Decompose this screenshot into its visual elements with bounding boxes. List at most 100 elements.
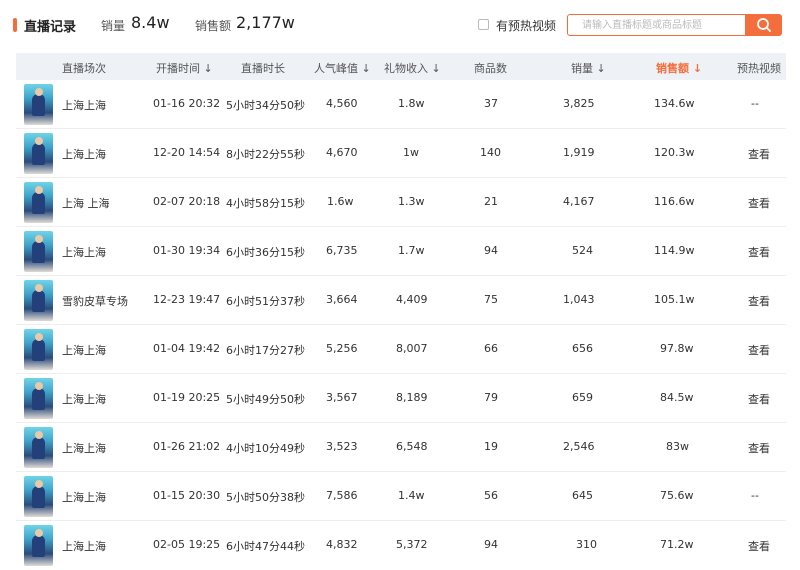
table-row[interactable]: 上海上海 01-04 19:42 6小时17分27秒 5,256 8,007 6…: [16, 325, 786, 374]
live-cover-thumbnail[interactable]: [24, 476, 53, 517]
duration: 5小时50分38秒: [226, 491, 305, 504]
live-cover-thumbnail[interactable]: [24, 280, 53, 321]
table-row[interactable]: 雪豹皮草专场 12-23 19:47 6小时51分37秒 3,664 4,409…: [16, 276, 786, 325]
sales-count: 4,167: [563, 195, 595, 208]
session-name[interactable]: 上海上海: [62, 538, 106, 554]
column-gift[interactable]: 礼物收入 ↓: [384, 60, 441, 76]
peak-viewers: 3,567: [326, 391, 358, 404]
column-revenue[interactable]: 销售额 ↓: [656, 60, 702, 76]
preheat-video-link[interactable]: 查看: [748, 538, 770, 554]
revenue: 116.6w: [654, 195, 695, 208]
live-cover-thumbnail[interactable]: [24, 182, 53, 223]
start-time: 01-19 20:25: [153, 391, 221, 404]
gift-income: 1.3w: [398, 195, 425, 208]
table-row[interactable]: 上海上海 02-05 19:25 6小时47分44秒 4,832 5,372 9…: [16, 521, 786, 570]
session-name[interactable]: 上海上海: [62, 146, 106, 162]
start-time: 01-26 21:02: [153, 440, 221, 453]
table-header: 直播场次 开播时间 ↓ 直播时长 人气峰值 ↓ 礼物收入 ↓ 商品数 销量 ↓ …: [16, 53, 786, 80]
preheat-video-link[interactable]: 查看: [748, 293, 770, 309]
start-time: 01-04 19:42: [153, 342, 221, 355]
session-name[interactable]: 上海上海: [62, 489, 106, 505]
title-accent-bar: [13, 18, 17, 32]
session-name[interactable]: 上海上海: [62, 97, 106, 113]
column-duration: 直播时长: [241, 62, 285, 75]
preheat-video-link[interactable]: 查看: [748, 342, 770, 358]
table-row[interactable]: 上海上海 12-20 14:54 8小时22分55秒 4,670 1w 140 …: [16, 129, 786, 178]
peak-viewers: 3,523: [326, 440, 358, 453]
live-cover-thumbnail[interactable]: [24, 525, 53, 566]
peak-viewers: 4,670: [326, 146, 358, 159]
gift-income: 5,372: [396, 538, 428, 551]
start-time: 01-16 20:32: [153, 97, 221, 110]
preheat-filter-checkbox[interactable]: [478, 19, 489, 30]
goods-count: 66: [484, 342, 498, 355]
goods-count: 94: [484, 244, 498, 257]
search-button[interactable]: [746, 14, 782, 36]
sales-value: 8.4w: [131, 13, 170, 32]
page-header: 直播记录 销量 8.4w 销售额 2,177w 有预热视频: [0, 0, 800, 50]
sales-count: 310: [576, 538, 597, 551]
live-cover-thumbnail[interactable]: [24, 378, 53, 419]
table-row[interactable]: 上海上海 01-16 20:32 5小时34分50秒 4,560 1.8w 37…: [16, 80, 786, 129]
start-time: 01-15 20:30: [153, 489, 221, 502]
table-row[interactable]: 上海上海 01-26 21:02 4小时10分49秒 3,523 6,548 1…: [16, 423, 786, 472]
session-name[interactable]: 雪豹皮草专场: [62, 293, 128, 309]
search-box: [567, 14, 746, 36]
gift-income: 1.4w: [398, 489, 425, 502]
preheat-video-link[interactable]: 查看: [748, 146, 770, 162]
search-icon: [757, 18, 771, 32]
session-name[interactable]: 上海上海: [62, 244, 106, 260]
preheat-filter-label[interactable]: 有预热视频: [496, 17, 556, 34]
duration: 5小时49分50秒: [226, 393, 305, 406]
start-time: 02-05 19:25: [153, 538, 221, 551]
goods-count: 21: [484, 195, 498, 208]
sales-label: 销量: [101, 19, 126, 33]
gift-income: 1.8w: [398, 97, 425, 110]
preheat-video-link[interactable]: 查看: [748, 440, 770, 456]
gift-income: 1.7w: [398, 244, 425, 257]
live-cover-thumbnail[interactable]: [24, 133, 53, 174]
preheat-video: --: [751, 489, 759, 502]
session-name[interactable]: 上海 上海: [62, 195, 110, 211]
duration: 6小时17分27秒: [226, 344, 305, 357]
duration: 6小时47分44秒: [226, 540, 305, 553]
revenue: 97.8w: [660, 342, 694, 355]
duration: 6小时51分37秒: [226, 295, 305, 308]
duration: 8小时22分55秒: [226, 148, 305, 161]
live-cover-thumbnail[interactable]: [24, 84, 53, 125]
preheat-video-link[interactable]: 查看: [748, 391, 770, 407]
goods-count: 79: [484, 391, 498, 404]
revenue: 105.1w: [654, 293, 695, 306]
duration: 5小时34分50秒: [226, 99, 305, 112]
table-row[interactable]: 上海上海 01-30 19:34 6小时36分15秒 6,735 1.7w 94…: [16, 227, 786, 276]
table-row[interactable]: 上海上海 01-15 20:30 5小时50分38秒 7,586 1.4w 56…: [16, 472, 786, 521]
goods-count: 94: [484, 538, 498, 551]
preheat-video-link[interactable]: 查看: [748, 244, 770, 260]
session-name[interactable]: 上海上海: [62, 391, 106, 407]
table-row[interactable]: 上海 上海 02-07 20:18 4小时58分15秒 1.6w 1.3w 21…: [16, 178, 786, 227]
search-input[interactable]: [582, 17, 742, 33]
peak-viewers: 4,832: [326, 538, 358, 551]
revenue: 134.6w: [654, 97, 695, 110]
session-name[interactable]: 上海上海: [62, 342, 106, 358]
revenue: 84.5w: [660, 391, 694, 404]
page-title: 直播记录: [24, 20, 77, 35]
sales-count: 659: [572, 391, 593, 404]
gift-income: 8,007: [396, 342, 428, 355]
column-session: 直播场次: [62, 62, 106, 75]
column-start-time[interactable]: 开播时间 ↓: [156, 60, 213, 76]
column-sales[interactable]: 销量 ↓: [571, 60, 606, 76]
live-cover-thumbnail[interactable]: [24, 329, 53, 370]
start-time: 01-30 19:34: [153, 244, 221, 257]
duration: 6小时36分15秒: [226, 246, 305, 259]
revenue-label: 销售额: [195, 19, 232, 33]
table-row[interactable]: 上海上海 01-19 20:25 5小时49分50秒 3,567 8,189 7…: [16, 374, 786, 423]
preheat-video-link[interactable]: 查看: [748, 195, 770, 211]
session-name[interactable]: 上海上海: [62, 440, 106, 456]
column-peak[interactable]: 人气峰值 ↓: [314, 60, 371, 76]
column-preheat: 预热视频: [737, 62, 781, 75]
revenue: 75.6w: [660, 489, 694, 502]
live-cover-thumbnail[interactable]: [24, 231, 53, 272]
live-cover-thumbnail[interactable]: [24, 427, 53, 468]
duration: 4小时10分49秒: [226, 442, 305, 455]
